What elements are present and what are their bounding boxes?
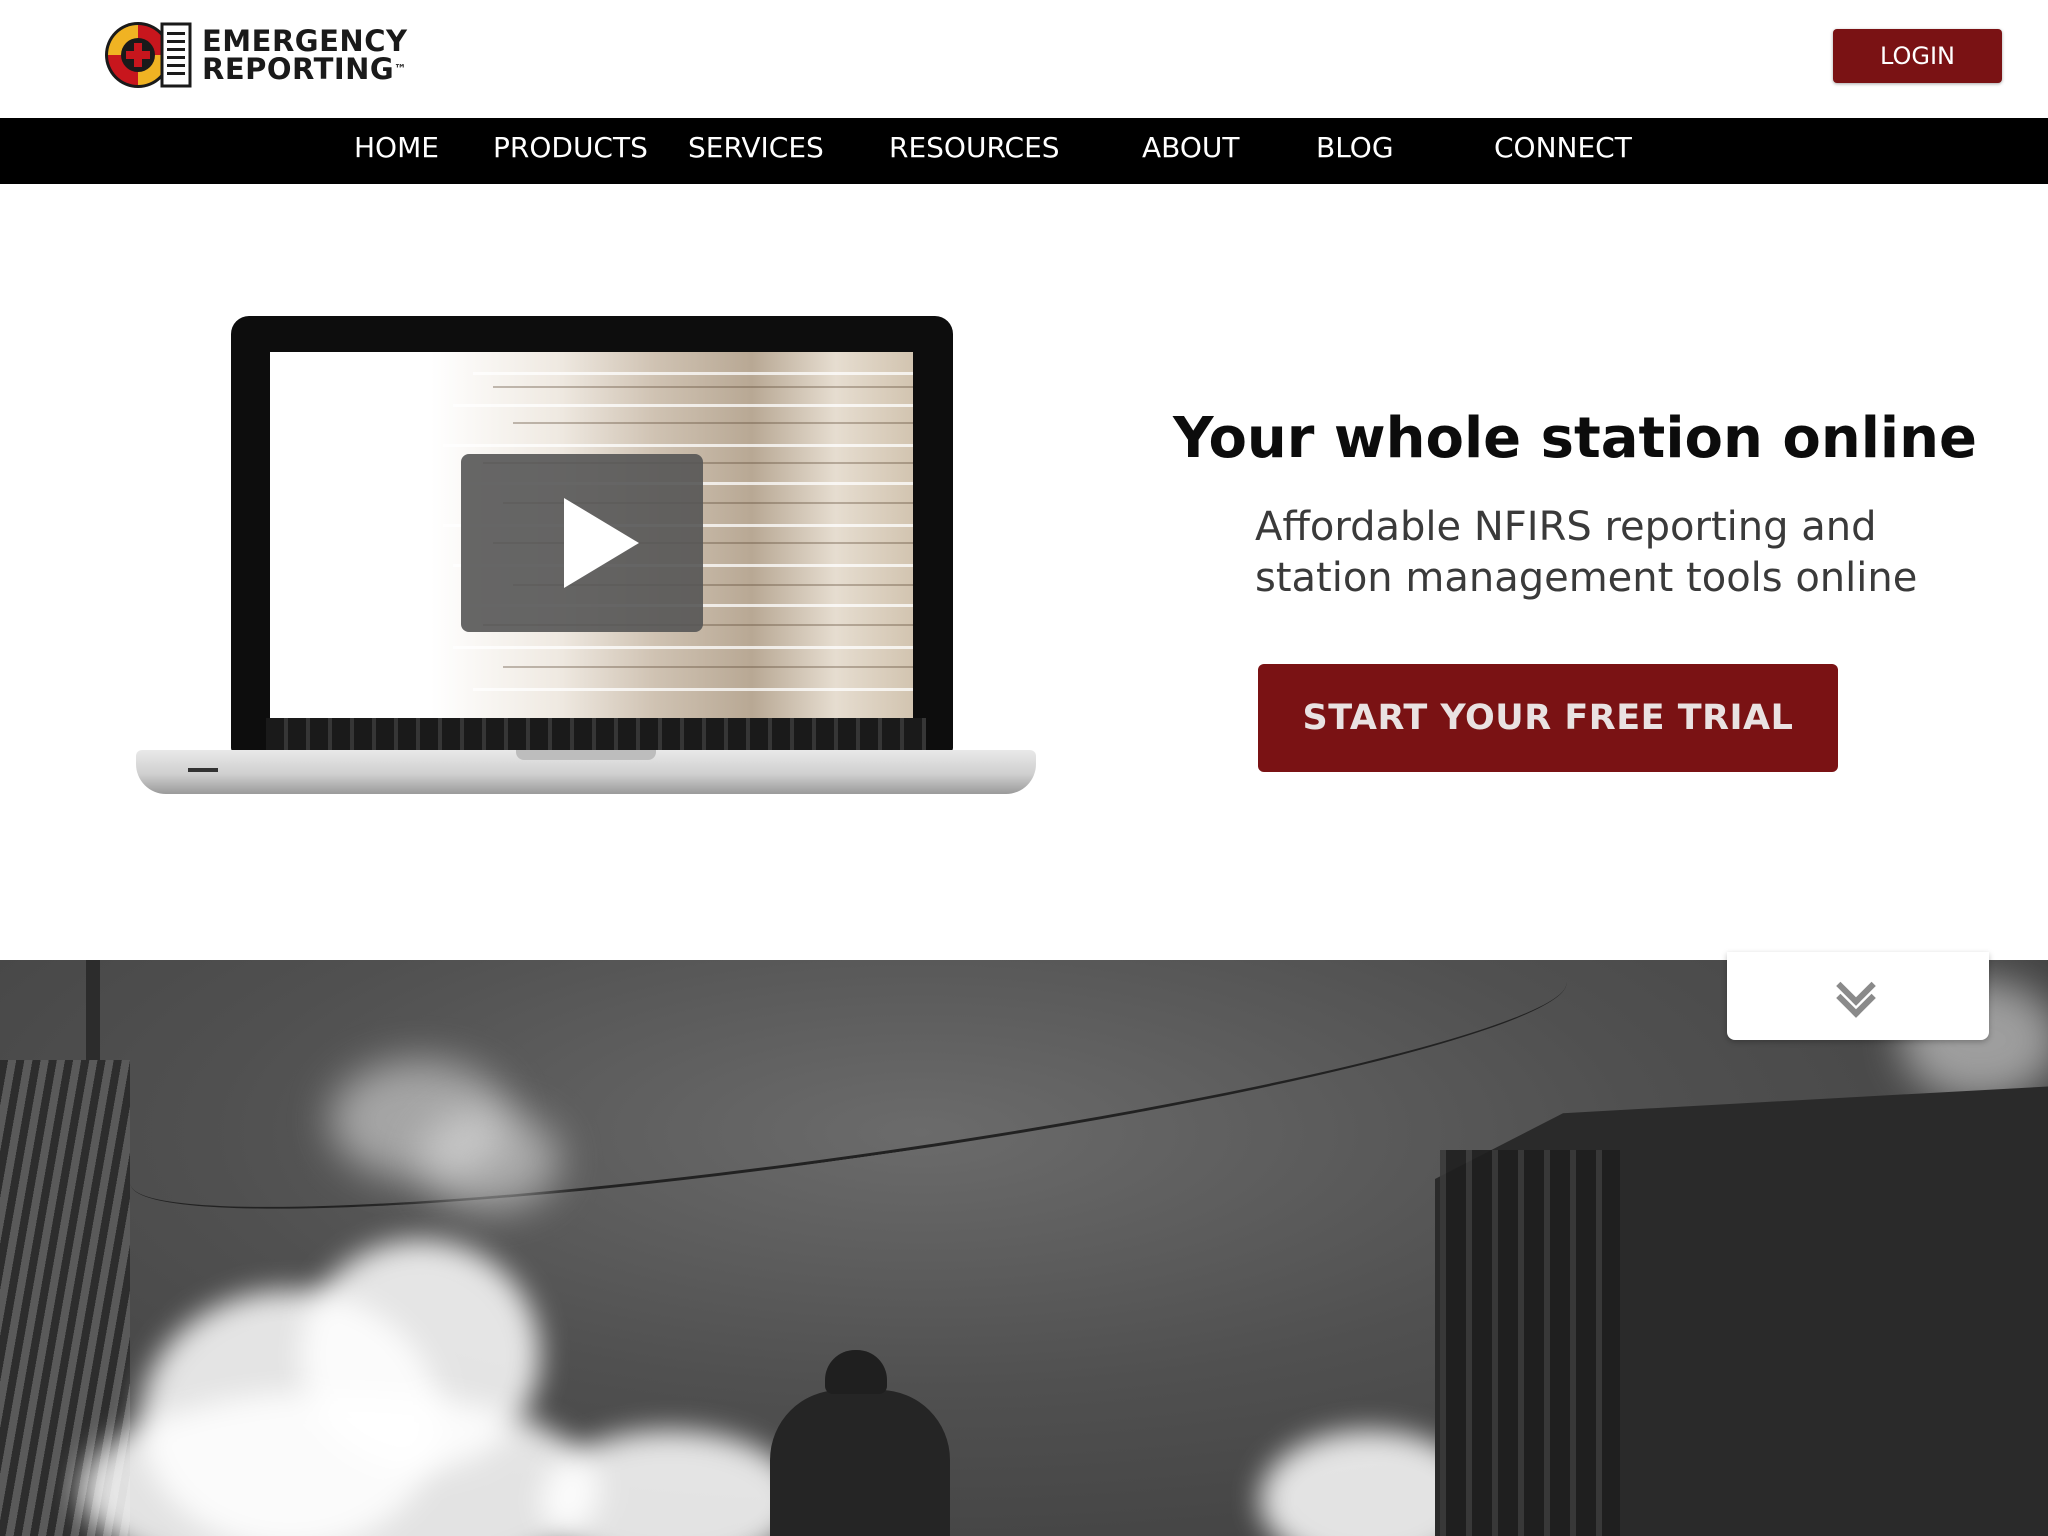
logo-emblem-icon <box>104 18 194 92</box>
laptop-video[interactable] <box>136 316 1036 816</box>
site-header: EMERGENCY REPORTING™ LOGIN <box>0 0 2048 118</box>
nav-item-connect[interactable]: CONNECT <box>1494 118 1632 184</box>
start-free-trial-button[interactable]: START YOUR FREE TRIAL <box>1258 664 1838 772</box>
laptop-keyboard <box>266 718 926 754</box>
firefighter-photo-banner <box>0 960 2048 1536</box>
nav-item-home[interactable]: HOME <box>354 118 439 184</box>
logo-line-1: EMERGENCY <box>202 24 408 58</box>
nav-item-resources[interactable]: RESOURCES <box>889 118 1060 184</box>
hero-subtitle: Affordable NFIRS reporting and station m… <box>1255 502 1955 604</box>
logo-wordmark: EMERGENCY REPORTING™ <box>202 24 408 86</box>
firefighter-figure <box>770 1350 950 1536</box>
hero-title: Your whole station online <box>1173 406 1977 471</box>
scroll-down-button[interactable] <box>1727 952 1989 1040</box>
hero-subtitle-line-1: Affordable NFIRS reporting and <box>1255 504 1877 550</box>
logo-line-2: REPORTING™ <box>202 52 407 86</box>
main-nav: HOME PRODUCTS SERVICES RESOURCES ABOUT B… <box>0 118 2048 184</box>
nav-item-blog[interactable]: BLOG <box>1316 118 1394 184</box>
logo[interactable]: EMERGENCY REPORTING™ <box>104 18 454 92</box>
play-button[interactable] <box>461 454 703 632</box>
nav-item-about[interactable]: ABOUT <box>1142 118 1240 184</box>
play-icon <box>564 498 639 588</box>
nav-item-products[interactable]: PRODUCTS <box>493 118 648 184</box>
login-button[interactable]: LOGIN <box>1833 29 2002 83</box>
nav-item-services[interactable]: SERVICES <box>688 118 824 184</box>
hero-subtitle-line-2: station management tools online <box>1255 555 1918 601</box>
trademark-mark: ™ <box>394 62 407 76</box>
hero-section: Your whole station online Affordable NFI… <box>0 184 2048 960</box>
